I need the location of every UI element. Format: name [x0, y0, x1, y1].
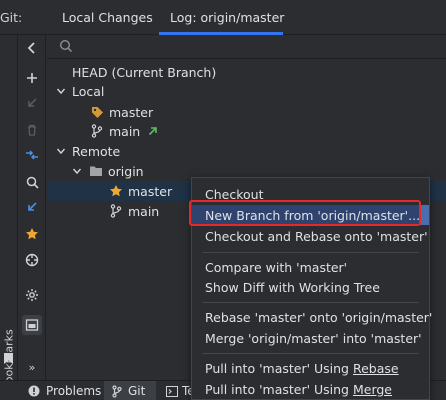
search-icon — [59, 39, 73, 53]
remote-label: Remote — [72, 143, 121, 159]
menu-show-diff[interactable]: Show Diff with Working Tree — [192, 277, 429, 297]
branch-search-field[interactable] — [47, 35, 446, 59]
git-tab-label: Git — [128, 384, 146, 398]
menu-checkout[interactable]: Checkout — [192, 184, 429, 204]
checkout-rebase-label: Checkout and Rebase onto 'master' — [205, 228, 428, 244]
branches-toolbar: » — [18, 35, 46, 380]
plus-icon — [27, 73, 37, 83]
crosshair-icon — [25, 253, 39, 267]
show-diff-label: Show Diff with Working Tree — [205, 279, 380, 295]
origin-main-label: main — [128, 203, 160, 219]
pull-merge-mnemonic: Merge — [352, 381, 392, 397]
git-tool-window-tabs: Git: Local Changes Log: origin/master — [0, 0, 446, 35]
branch-icon — [89, 123, 105, 139]
chevron-down-icon — [56, 148, 66, 155]
menu-rebase[interactable]: Rebase 'master' onto 'origin/master' — [192, 307, 433, 327]
tree-remote[interactable]: Remote — [47, 141, 446, 161]
checkout-label: Checkout — [205, 186, 264, 202]
outgoing-arrow-icon — [149, 127, 158, 136]
folder-icon — [88, 163, 104, 179]
update-branch-button[interactable] — [22, 93, 42, 113]
search-button[interactable] — [22, 172, 42, 192]
highlight-edge — [419, 205, 429, 225]
origin-master-label: master — [128, 183, 173, 199]
menu-separator — [202, 252, 419, 253]
menu-merge[interactable]: Merge 'origin/master' into 'master' — [192, 328, 429, 348]
fetch-button[interactable] — [22, 197, 42, 217]
layout-button[interactable] — [22, 315, 42, 335]
panel-icon — [25, 319, 39, 331]
collapse-button[interactable] — [22, 38, 42, 58]
branch-context-menu: Checkout New Branch from 'origin/master'… — [191, 177, 433, 400]
local-main-label: main — [109, 123, 141, 139]
chevron-left-icon — [27, 42, 35, 54]
menu-checkout-and-rebase[interactable]: Checkout and Rebase onto 'master' — [192, 226, 429, 246]
pull-rebase-prefix: Pull into 'master' Using — [205, 360, 353, 376]
chevron-down-icon — [56, 88, 66, 95]
bookmark-icon — [4, 353, 13, 364]
rebase-label: Rebase 'master' onto 'origin/master' — [205, 309, 433, 325]
gear-icon — [26, 289, 38, 301]
compare-button[interactable] — [22, 145, 42, 165]
pull-merge-prefix: Pull into 'master' Using — [205, 381, 353, 397]
tree-local[interactable]: Local — [47, 81, 446, 101]
branch-icon — [112, 384, 122, 398]
problems-label: Problems — [46, 384, 102, 398]
compare-label: Compare with 'master' — [205, 259, 348, 275]
menu-pull-using-merge[interactable]: Pull into 'master' Using Merge — [192, 379, 429, 399]
pull-rebase-mnemonic: Rebase — [352, 360, 399, 376]
head-label: HEAD (Current Branch) — [72, 64, 217, 80]
delete-branch-button[interactable] — [22, 120, 42, 140]
compare-icon — [26, 150, 38, 160]
left-stripe: Bookmarks — [0, 35, 18, 391]
menu-separator — [202, 302, 419, 303]
chevron-down-icon — [72, 168, 82, 175]
tree-head[interactable]: HEAD (Current Branch) — [47, 62, 446, 82]
local-master-label: master — [109, 104, 154, 120]
star-icon — [108, 183, 124, 199]
branch-icon — [108, 203, 124, 219]
arrow-down-left-icon — [28, 98, 37, 107]
origin-label: origin — [108, 163, 144, 179]
tab-local-changes[interactable]: Local Changes — [62, 10, 153, 25]
trash-icon — [28, 124, 36, 136]
tab-log-origin-master[interactable]: Log: origin/master — [170, 10, 284, 25]
new-branch-button[interactable] — [22, 68, 42, 88]
tree-local-master[interactable]: master — [47, 102, 446, 122]
more-button[interactable]: » — [22, 357, 42, 377]
arrow-down-left-blue-icon — [28, 202, 37, 211]
info-icon — [28, 385, 40, 397]
search-icon — [26, 176, 39, 189]
menu-new-branch-from-origin-master[interactable]: New Branch from 'origin/master'... — [192, 205, 429, 225]
new-branch-label: New Branch from 'origin/master'... — [205, 207, 421, 223]
double-chevron-icon: » — [28, 360, 36, 374]
tree-local-main[interactable]: main — [47, 121, 446, 141]
menu-separator — [202, 353, 419, 354]
tab-problems[interactable]: Problems — [28, 381, 101, 400]
merge-label: Merge 'origin/master' into 'master' — [205, 330, 422, 346]
menu-compare-with-master[interactable]: Compare with 'master' — [192, 257, 429, 277]
terminal-icon — [166, 385, 178, 397]
favorite-button[interactable] — [22, 224, 42, 244]
tab-git[interactable]: Git — [104, 381, 156, 400]
menu-pull-using-rebase[interactable]: Pull into 'master' Using Rebase — [192, 358, 429, 378]
star-icon — [26, 228, 38, 240]
navigate-button[interactable] — [22, 250, 42, 270]
settings-button[interactable] — [22, 285, 42, 305]
local-label: Local — [72, 83, 105, 99]
git-label: Git: — [0, 10, 23, 25]
tag-icon — [89, 104, 105, 120]
